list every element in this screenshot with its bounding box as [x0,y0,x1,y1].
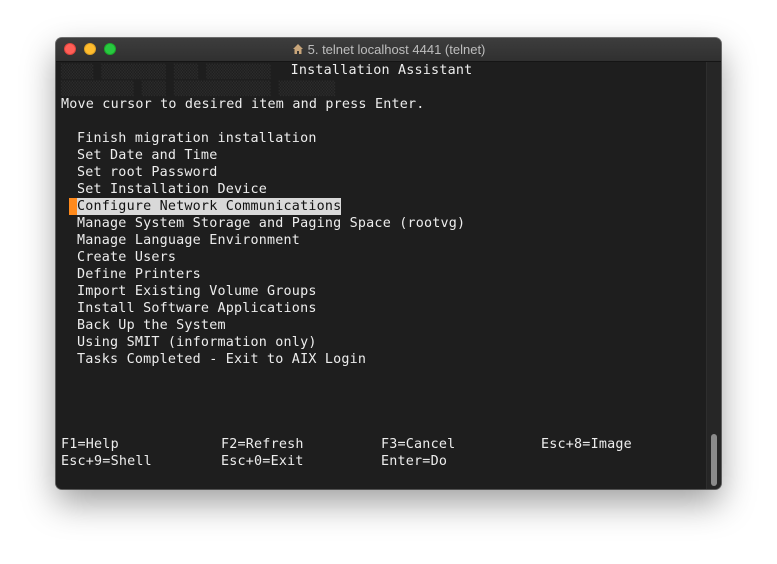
home-icon [292,44,303,54]
menu-item-finish-migration[interactable]: Finish migration installation [77,130,317,147]
fkey-image[interactable]: Esc+8=Image [541,436,632,453]
menu-item-configure-network[interactable]: Configure Network Communications [77,198,342,215]
menu-item-manage-language[interactable]: Manage Language Environment [77,232,300,249]
menu-item-import-volume-groups[interactable]: Import Existing Volume Groups [77,283,317,300]
scrollbar-thumb[interactable] [711,434,717,486]
scrollbar[interactable] [706,62,721,489]
menu-item-manage-storage[interactable]: Manage System Storage and Paging Space (… [77,215,465,232]
terminal-window: 5. telnet localhost 4441 (telnet) ▒▒▒▒ ▒… [56,38,721,489]
terminal-screen[interactable]: ▒▒▒▒ ▒▒▒▒▒▒▒▒ ▒▒▒ ▒▒▒▒▒▒▒▒ ▒▒▒▒▒▒▒▒▒ ▒▒▒… [56,62,707,489]
fkey-exit[interactable]: Esc+0=Exit [221,453,304,470]
menu-item-tasks-completed[interactable]: Tasks Completed - Exit to AIX Login [77,351,366,368]
fkey-do[interactable]: Enter=Do [381,453,447,470]
menu-item-back-up-system[interactable]: Back Up the System [77,317,226,334]
screen-heading: Installation Assistant [290,63,473,78]
menu-item-define-printers[interactable]: Define Printers [77,266,201,283]
menu-item-install-software[interactable]: Install Software Applications [77,300,317,317]
menu-item-using-smit[interactable]: Using SMIT (information only) [77,334,317,351]
fkey-refresh[interactable]: F2=Refresh [221,436,304,453]
menu-item-create-users[interactable]: Create Users [77,249,176,266]
title-bar: 5. telnet localhost 4441 (telnet) [56,38,721,62]
fkey-cancel[interactable]: F3=Cancel [381,436,455,453]
window-title: 5. telnet localhost 4441 (telnet) [307,42,486,57]
window-title-area: 5. telnet localhost 4441 (telnet) [56,42,721,57]
menu-item-set-installation-device[interactable]: Set Installation Device [77,181,267,198]
menu-item-set-root-password[interactable]: Set root Password [77,164,217,181]
fkey-shell[interactable]: Esc+9=Shell [61,453,152,470]
menu-item-set-date-time[interactable]: Set Date and Time [77,147,217,164]
text-cursor [69,198,77,215]
fkey-help[interactable]: F1=Help [61,436,119,453]
screen-prompt: Move cursor to desired item and press En… [61,97,425,112]
